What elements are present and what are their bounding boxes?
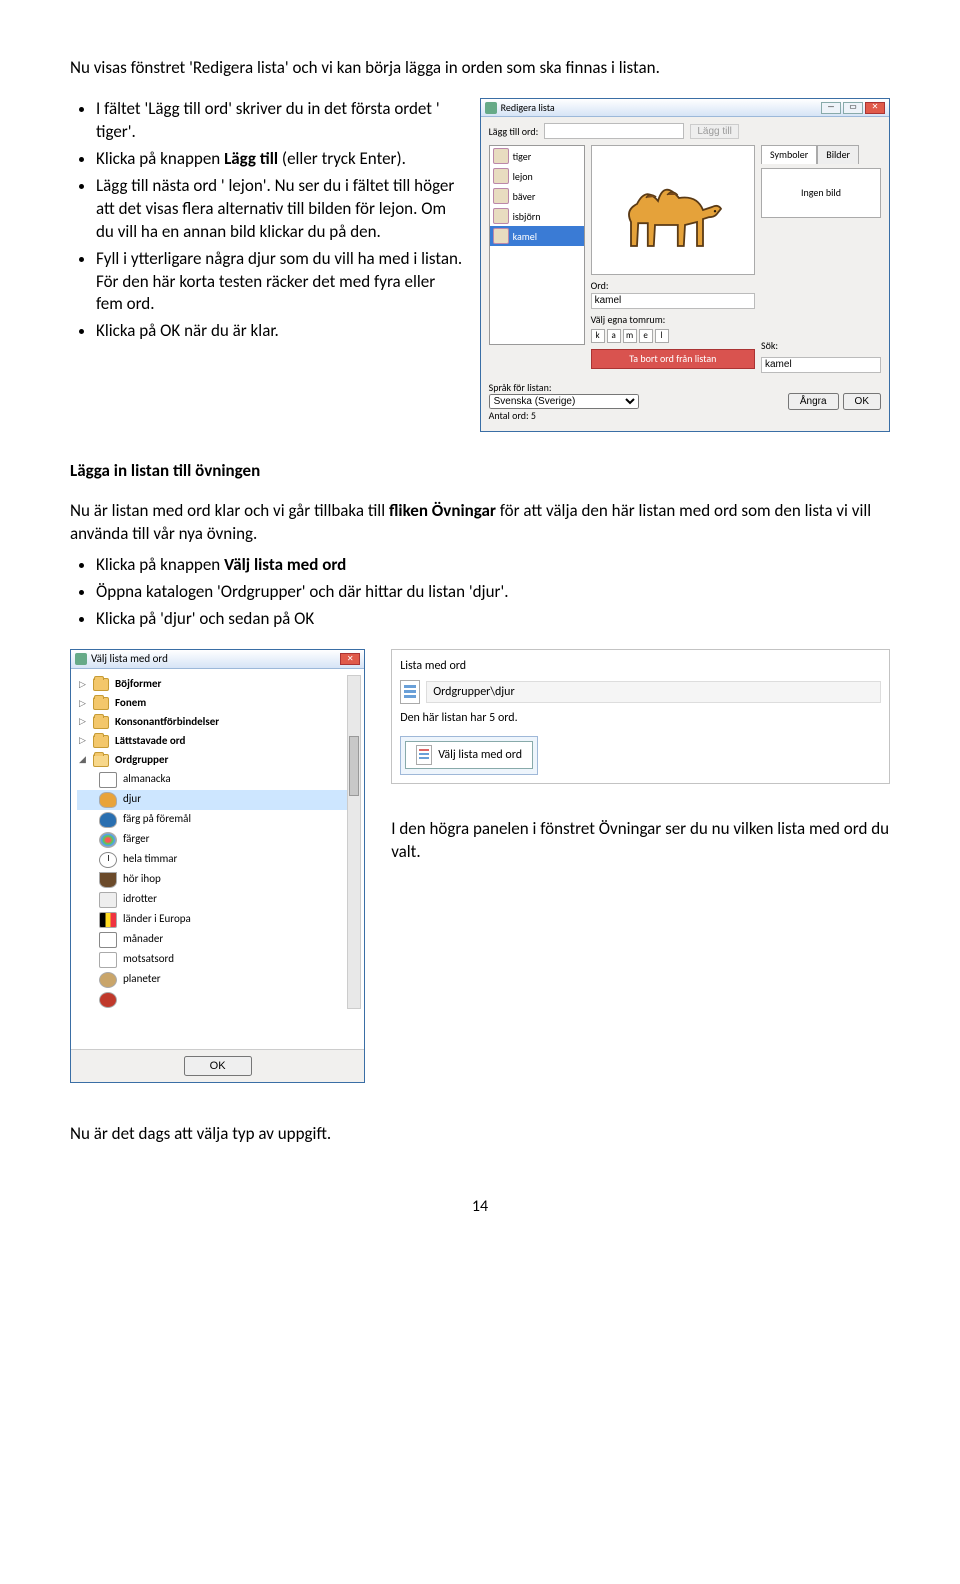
list-item[interactable]: kamel xyxy=(490,226,584,246)
list-item[interactable]: isbjörn xyxy=(490,206,584,226)
sok-label: Sök: xyxy=(761,339,881,353)
minimize-button[interactable]: — xyxy=(821,102,841,114)
bullet: Klicka på knappen Välj lista med ord xyxy=(96,554,890,577)
sprak-label: Språk för listan: xyxy=(489,381,639,395)
folder-row[interactable]: ▷Konsonantförbindelser xyxy=(77,713,358,732)
sprak-select[interactable]: Svenska (Sverige) xyxy=(489,394,639,409)
letter-boxes: k a m e l xyxy=(591,329,755,343)
list-item[interactable]: idrotter xyxy=(77,890,358,910)
list-item[interactable]: tiger xyxy=(490,146,584,166)
letter-box[interactable]: k xyxy=(591,329,605,343)
ord-input[interactable] xyxy=(591,293,755,309)
letter-box[interactable]: m xyxy=(623,329,637,343)
section-body: Nu är listan med ord klar och vi går til… xyxy=(70,500,890,546)
bullet: Fyll i ytterligare några djur som du vil… xyxy=(96,248,464,317)
add-word-label: Lägg till ord: xyxy=(489,125,539,139)
letter-box[interactable]: l xyxy=(655,329,669,343)
titlebar: Redigera lista — ▭ ✕ xyxy=(481,99,889,118)
maximize-button[interactable]: ▭ xyxy=(843,102,863,114)
bullet: Klicka på 'djur' och sedan på OK xyxy=(96,608,890,631)
list-path: Ordgrupper\djur xyxy=(426,681,881,703)
preview-area xyxy=(591,145,755,275)
section-title: Lägga in listan till övningen xyxy=(70,460,890,483)
bullets-2: Klicka på knappen Välj lista med ord Öpp… xyxy=(70,554,890,631)
valj-lista-button[interactable]: Välj lista med ord xyxy=(405,741,533,769)
app-icon xyxy=(75,653,87,665)
bullet: I fältet 'Lägg till ord' skriver du in d… xyxy=(96,98,464,144)
page-number: 14 xyxy=(70,1196,890,1218)
close-button[interactable]: ✕ xyxy=(865,102,885,114)
bullet: Klicka på knappen Lägg till (eller tryck… xyxy=(96,148,464,171)
word-list[interactable]: tiger lejon bäver isbjörn kamel xyxy=(489,145,585,345)
caption: I den högra panelen i fönstret Övningar … xyxy=(391,818,890,864)
ok-button[interactable]: OK xyxy=(184,1056,252,1076)
antal-label: Antal ord: 5 xyxy=(489,409,639,423)
list-item[interactable]: almanacka xyxy=(77,770,358,790)
scrollbar[interactable] xyxy=(347,675,361,1009)
tab-symboler[interactable]: Symboler xyxy=(761,145,817,164)
folder-row[interactable]: ▷Lättstavade ord xyxy=(77,732,358,751)
no-image-option[interactable]: Ingen bild xyxy=(761,168,881,218)
list-item[interactable]: hör ihop xyxy=(77,870,358,890)
camel-icon xyxy=(613,160,733,260)
list-item[interactable]: länder i Europa xyxy=(77,910,358,930)
window-title: Redigera lista xyxy=(501,101,555,115)
folder-tree[interactable]: ▷Böjformer ▷Fonem ▷Konsonantförbindelser… xyxy=(77,675,358,1009)
intro-text: Nu visas fönstret 'Redigera lista' och v… xyxy=(70,57,890,80)
letter-box[interactable]: e xyxy=(639,329,653,343)
list-item[interactable]: lejon xyxy=(490,166,584,186)
list-item[interactable]: hela timmar xyxy=(77,850,358,870)
titlebar: Välj lista med ord ✕ xyxy=(71,650,364,670)
add-word-button[interactable]: Lägg till xyxy=(690,124,738,139)
redigera-lista-window: Redigera lista — ▭ ✕ Lägg till ord: Lägg… xyxy=(480,98,890,432)
bullets-1: I fältet 'Lägg till ord' skriver du in d… xyxy=(70,98,464,343)
bullet: Klicka på OK när du är klar. xyxy=(96,320,464,343)
bullet: Lägg till nästa ord ' lejon'. Nu ser du … xyxy=(96,175,464,244)
list-item[interactable]: månader xyxy=(77,930,358,950)
bullet: Öppna katalogen 'Ordgrupper' och där hit… xyxy=(96,581,890,604)
lista-med-ord-panel: Lista med ord Ordgrupper\djur Den här li… xyxy=(391,649,890,785)
valj-label: Välj egna tomrum: xyxy=(591,313,755,327)
tab-bilder[interactable]: Bilder xyxy=(817,145,859,164)
app-icon xyxy=(485,102,497,114)
delete-word-button[interactable]: Ta bort ord från listan xyxy=(591,349,755,369)
sok-input[interactable] xyxy=(761,357,881,373)
list-count: Den här listan har 5 ord. xyxy=(400,710,881,726)
valj-lista-window: Välj lista med ord ✕ ▷Böjformer ▷Fonem ▷… xyxy=(70,649,365,1084)
folder-row[interactable]: ▷Fonem xyxy=(77,694,358,713)
list-item[interactable]: motsatsord xyxy=(77,950,358,970)
list-file-icon xyxy=(400,680,420,704)
list-item[interactable]: färger xyxy=(77,830,358,850)
doc-icon xyxy=(416,745,432,765)
panel-title: Lista med ord xyxy=(400,658,881,674)
angra-button[interactable]: Ångra xyxy=(788,393,839,410)
list-item[interactable]: färg på föremål xyxy=(77,810,358,830)
folder-row[interactable]: ▷Böjformer xyxy=(77,675,358,694)
folder-row[interactable]: ◢Ordgrupper xyxy=(77,751,358,770)
letter-box[interactable]: a xyxy=(607,329,621,343)
list-item[interactable] xyxy=(77,990,358,1010)
ok-button[interactable]: OK xyxy=(843,393,881,410)
list-item[interactable]: djur xyxy=(77,790,358,810)
close-button[interactable]: ✕ xyxy=(340,653,360,665)
list-item[interactable]: bäver xyxy=(490,186,584,206)
ord-label: Ord: xyxy=(591,279,755,293)
add-word-input[interactable] xyxy=(544,123,684,139)
final-line: Nu är det dags att välja typ av uppgift. xyxy=(70,1123,890,1146)
list-item[interactable]: planeter xyxy=(77,970,358,990)
window-title: Välj lista med ord xyxy=(91,652,168,667)
